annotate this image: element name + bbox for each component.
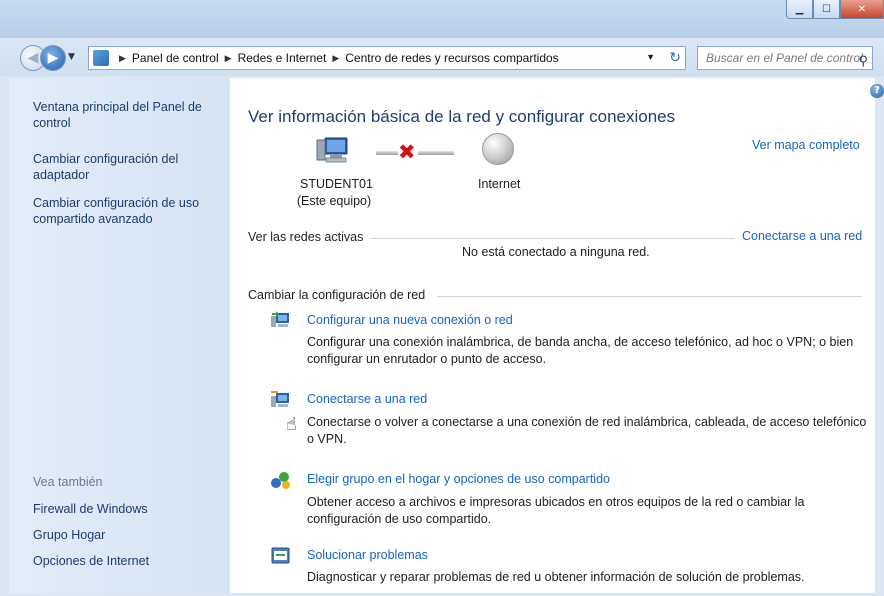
title-bar: [0, 0, 884, 38]
search-icon[interactable]: ⚲: [858, 50, 868, 72]
section-divider: [437, 296, 862, 297]
breadcrumb-redes-e-internet[interactable]: Redes e Internet: [238, 51, 327, 65]
connect-network-icon: [271, 391, 289, 407]
internet-globe-icon: [482, 133, 514, 165]
troubleshoot-icon: [271, 547, 290, 564]
task-homegroup-desc: Obtener acceso a archivos e impresoras u…: [307, 495, 805, 526]
task-new-connection-link[interactable]: Configurar una nueva conexión o red: [307, 313, 513, 327]
task-troubleshoot-desc: Diagnosticar y reparar problemas de red …: [307, 570, 805, 584]
breadcrumb-separator-icon[interactable]: ▶: [119, 53, 126, 64]
sidebar-link-adapter-settings[interactable]: Cambiar configuración del adaptador: [33, 151, 208, 183]
breadcrumb-separator-icon[interactable]: ▶: [332, 53, 339, 64]
task-homegroup-link[interactable]: Elegir grupo en el hogar y opciones de u…: [307, 472, 610, 486]
help-icon[interactable]: ?: [870, 84, 884, 98]
computer-name: STUDENT01: [300, 177, 373, 191]
forward-button[interactable]: ▶: [40, 45, 66, 71]
task-new-connection-desc: Configurar una conexión inalámbrica, de …: [307, 335, 854, 366]
connection-line-left: [376, 151, 398, 155]
sidebar-link-control-panel-home[interactable]: Ventana principal del Panel de control: [33, 99, 208, 131]
section-divider: [370, 238, 735, 239]
task-troubleshoot-link[interactable]: Solucionar problemas: [307, 548, 428, 562]
homegroup-icon: [271, 472, 290, 489]
active-networks-label: Ver las redes activas: [248, 230, 364, 244]
new-connection-icon: [271, 311, 289, 327]
search-placeholder: Buscar en el Panel de control: [706, 51, 863, 65]
computer-subtitle: (Este equipo): [296, 194, 372, 208]
connection-line-right: [418, 151, 454, 155]
sidebar-link-firewall[interactable]: Firewall de Windows: [33, 501, 148, 517]
breadcrumb-centro-de-redes[interactable]: Centro de redes y recursos compartidos: [345, 51, 558, 65]
minimize-button[interactable]: ▁: [786, 0, 813, 19]
change-settings-label: Cambiar la configuración de red: [248, 288, 426, 302]
disconnected-x-icon: ✖: [398, 140, 416, 164]
close-button[interactable]: ✕: [840, 0, 884, 19]
breadcrumb-panel-de-control[interactable]: Panel de control: [132, 51, 219, 65]
address-dropdown-icon[interactable]: ▼: [646, 52, 655, 62]
sidebar-link-homegroup[interactable]: Grupo Hogar: [33, 527, 105, 543]
internet-label: Internet: [478, 177, 521, 191]
chevron-down-icon: ▼: [68, 52, 75, 62]
task-connect-network-link[interactable]: Conectarse a una red: [307, 392, 427, 406]
computer-icon: [316, 137, 348, 163]
sidebar-link-internet-options[interactable]: Opciones de Internet: [33, 553, 149, 569]
breadcrumb-separator-icon[interactable]: ▶: [225, 53, 232, 64]
close-icon: ✕: [857, 3, 867, 15]
refresh-icon[interactable]: ↻: [669, 49, 681, 66]
not-connected-status: No está conectado a ninguna red.: [462, 245, 650, 259]
page-title: Ver información básica de la red y confi…: [248, 107, 676, 126]
address-bar[interactable]: ▶ Panel de control ▶ Redes e Internet ▶ …: [88, 46, 686, 70]
minimize-icon: ▁: [795, 3, 804, 15]
maximize-button[interactable]: ☐: [813, 0, 840, 19]
window-controls: ▁ ☐ ✕: [786, 0, 884, 20]
hand-cursor-icon: ☝: [286, 414, 297, 435]
task-connect-network-desc: Conectarse o volver a conectarse a una c…: [307, 415, 867, 446]
full-map-link[interactable]: Ver mapa completo: [752, 138, 860, 152]
maximize-icon: ☐: [822, 3, 831, 15]
forward-arrow-icon: ▶: [47, 50, 59, 66]
see-also-label: Vea también: [33, 475, 103, 489]
sidebar: Ventana principal del Panel de control C…: [9, 78, 230, 593]
connect-to-network-link[interactable]: Conectarse a una red: [742, 229, 862, 243]
sidebar-link-advanced-sharing[interactable]: Cambiar configuración de uso compartido …: [33, 195, 213, 227]
recent-pages-dropdown[interactable]: ▼: [68, 52, 75, 62]
control-panel-icon: [93, 50, 109, 66]
back-arrow-icon: ◀: [27, 50, 39, 66]
search-input[interactable]: Buscar en el Panel de control ⚲: [697, 46, 873, 70]
